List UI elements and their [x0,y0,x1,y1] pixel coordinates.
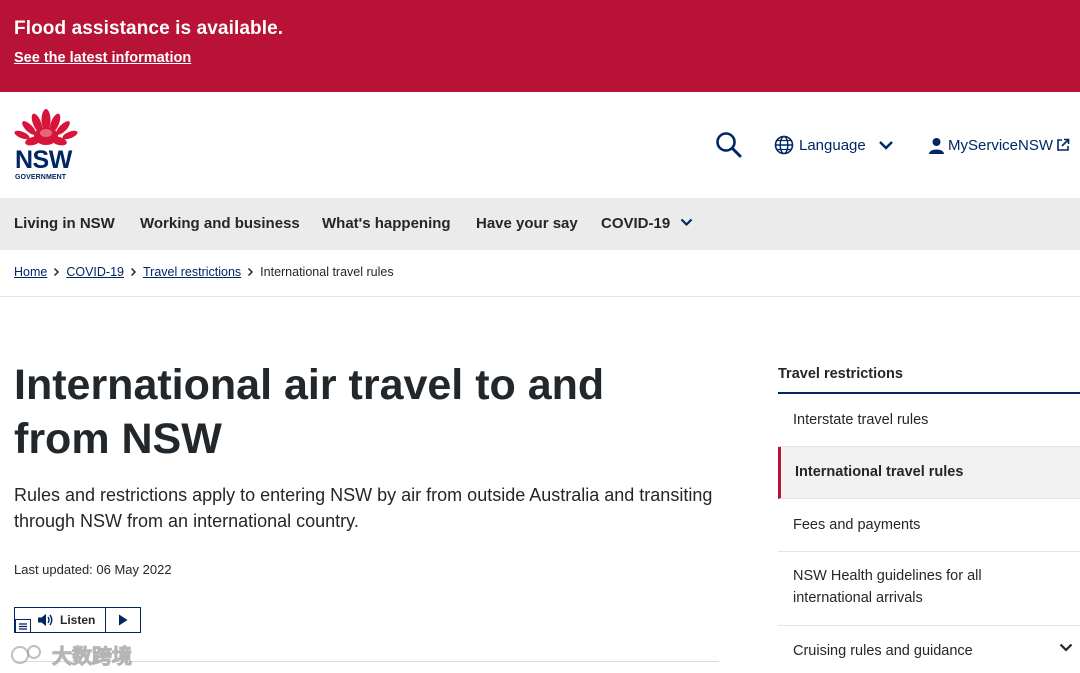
side-nav-item-international-travel-rules[interactable]: International travel rules [778,447,1080,499]
alert-title: Flood assistance is available. [14,18,284,39]
nsw-government-logo[interactable]: NSW GOVERNMENT [13,108,81,184]
alert-latest-info-link[interactable]: See the latest information [14,50,191,66]
breadcrumb-current: International travel rules [260,265,394,279]
side-nav-item-label: Fees and payments [793,517,921,533]
page-intro: Rules and restrictions apply to entering… [14,485,713,531]
side-nav-heading[interactable]: Travel restrictions [778,366,903,382]
chevron-down-icon [878,141,893,150]
chevron-right-icon [130,267,137,277]
nav-item-working-and-business[interactable]: Working and business [140,215,300,232]
breadcrumb-home[interactable]: Home [14,265,47,279]
flood-alert-banner: Flood assistance is available. See the l… [0,0,1080,92]
chevron-down-icon[interactable] [1059,643,1073,652]
side-nav-item-nsw-health-guidelines[interactable]: NSW Health guidelines for all internatio… [778,552,1080,626]
nav-item-living-in-nsw[interactable]: Living in NSW [14,215,115,232]
external-link-icon [1057,138,1070,151]
nav-item-covid-19[interactable]: COVID-19 [601,215,670,232]
side-nav-item-fees-and-payments[interactable]: Fees and payments [778,499,1080,552]
site-header: NSW GOVERNMENT Language MyServiceNSW [0,92,1080,198]
play-button[interactable] [106,608,140,632]
search-button[interactable] [714,130,744,160]
side-nav-item-label: International travel rules [795,464,964,480]
listen-player: Listen [14,607,141,633]
breadcrumb-divider [0,296,1080,297]
watermark: 大数跨境 [8,640,133,669]
logo-wordmark: NSW [15,146,72,174]
chevron-right-icon [54,267,60,277]
side-nav-item-cruising-rules[interactable]: Cruising rules and guidance [778,626,1080,673]
language-selector[interactable]: Language [774,133,894,157]
play-icon [119,614,128,626]
menu-lines-icon [19,623,27,630]
main-navigation: Living in NSW Working and business What'… [0,198,1080,250]
side-nav-item-label: NSW Health guidelines for all internatio… [793,568,982,606]
waratah-icon [14,109,78,146]
last-updated: Last updated: 06 May 2022 [14,562,172,577]
watermark-logo-icon [11,644,41,664]
language-label: Language [799,136,866,154]
side-nav-item-label: Cruising rules and guidance [793,643,973,659]
side-nav-item-interstate-travel-rules[interactable]: Interstate travel rules [778,394,1080,447]
globe-icon [774,135,794,155]
chevron-down-icon[interactable] [680,218,693,227]
myservicensw-link[interactable]: MyServiceNSW [928,134,1070,156]
nav-item-whats-happening[interactable]: What's happening [322,215,451,232]
listen-label: Listen [60,613,96,627]
side-nav-item-label: Interstate travel rules [793,412,929,428]
nav-item-have-your-say[interactable]: Have your say [476,215,578,232]
myservicensw-label: MyServiceNSW [948,136,1054,154]
speaker-icon [38,614,53,626]
user-icon [929,137,944,154]
breadcrumb-travel-restrictions[interactable]: Travel restrictions [143,265,241,279]
page-title: International air travel to and from NSW [14,361,605,463]
listen-menu-button[interactable] [15,619,31,633]
logo-subline: GOVERNMENT [15,174,67,181]
search-icon [716,132,742,158]
watermark-text: 大数跨境 [52,646,133,669]
chevron-right-icon [248,267,254,277]
breadcrumb: Home COVID-19 Travel restrictions Intern… [14,265,394,279]
breadcrumb-covid-19[interactable]: COVID-19 [66,265,124,279]
